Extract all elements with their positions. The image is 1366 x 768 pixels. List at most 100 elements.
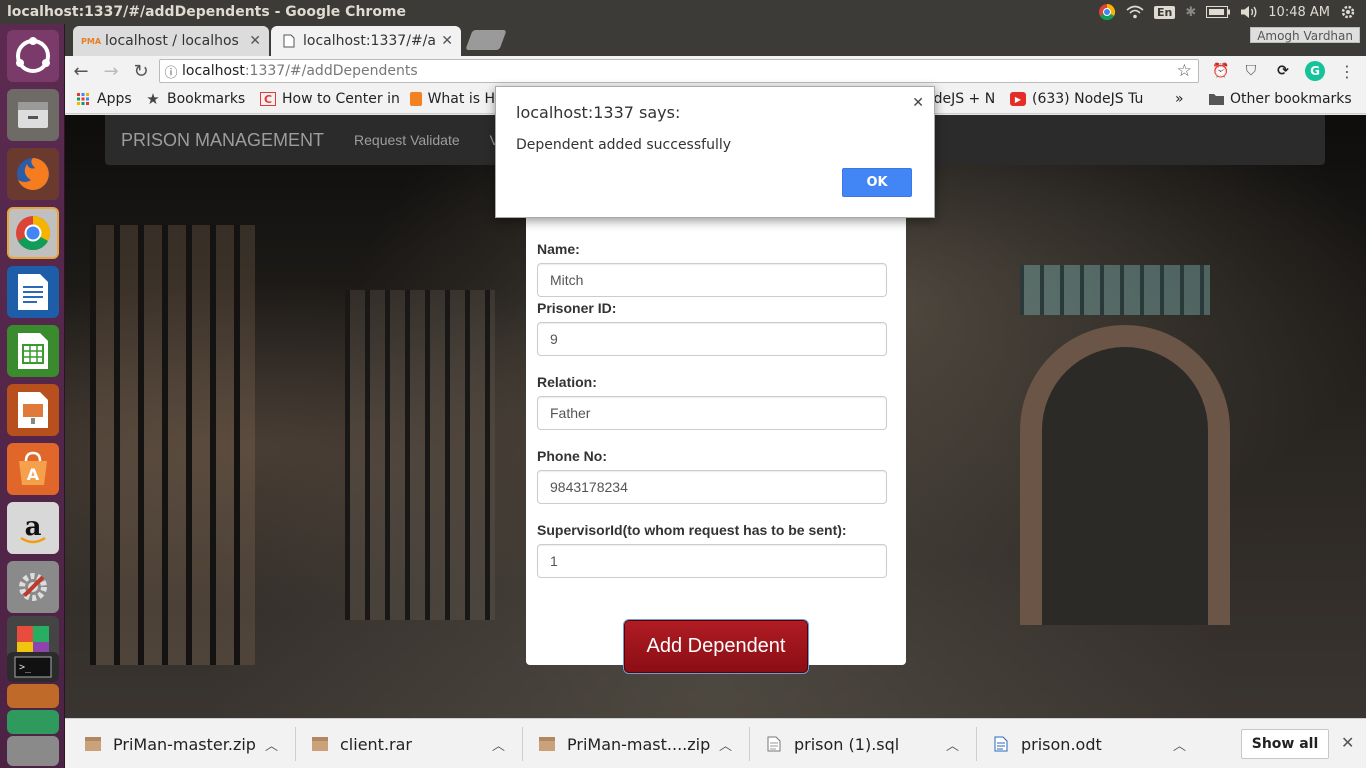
amazon-icon[interactable]: a bbox=[7, 502, 59, 554]
background-cell-bars-left bbox=[90, 225, 255, 665]
files-icon[interactable] bbox=[7, 89, 59, 141]
bookmark-label: Bookmarks bbox=[167, 91, 246, 107]
tab-close-icon[interactable]: ✕ bbox=[441, 33, 453, 49]
chrome-launcher-icon[interactable] bbox=[7, 207, 59, 259]
document-icon bbox=[993, 736, 1009, 752]
terminal-icon[interactable]: >_ bbox=[7, 652, 59, 682]
apps-grid-icon bbox=[75, 92, 91, 106]
bookmark-star-icon[interactable]: ☆ bbox=[1177, 61, 1192, 81]
firefox-icon[interactable] bbox=[7, 148, 59, 200]
archive-icon bbox=[312, 737, 328, 751]
tab-label: localhost / localhos bbox=[105, 33, 239, 49]
power-gear-icon[interactable] bbox=[1340, 4, 1356, 20]
trash-icon[interactable] bbox=[7, 736, 59, 766]
profile-name-badge[interactable]: Amogh Vardhan bbox=[1250, 27, 1360, 43]
bookmark-youtube-nodejs[interactable]: ▶ (633) NodeJS Tu bbox=[1010, 91, 1150, 107]
alert-ok-button[interactable]: OK bbox=[842, 168, 912, 197]
show-all-downloads-button[interactable]: Show all bbox=[1241, 729, 1329, 759]
alarm-clock-extension-icon[interactable]: ⏰ bbox=[1211, 61, 1231, 81]
bookmark-other-bookmarks[interactable]: Other bookmarks bbox=[1208, 91, 1352, 107]
bookmark-label: (633) NodeJS Tu bbox=[1032, 91, 1144, 107]
bookmarks-overflow-chevron-icon[interactable]: » bbox=[1175, 91, 1184, 107]
stacked-app-icon-1[interactable] bbox=[7, 684, 59, 708]
clock[interactable]: 10:48 AM bbox=[1268, 5, 1330, 20]
libreoffice-calc-icon[interactable] bbox=[7, 325, 59, 377]
bluetooth-icon[interactable]: ✱ bbox=[1185, 5, 1196, 20]
chevron-up-icon[interactable]: ︿ bbox=[719, 735, 732, 754]
download-filename: PriMan-master.zip bbox=[113, 734, 256, 754]
software-center-icon[interactable]: A bbox=[7, 443, 59, 495]
ubuntu-dash-icon[interactable] bbox=[7, 30, 59, 82]
shelf-divider bbox=[749, 727, 750, 761]
supervisor-id-label: SupervisorId(to whom request has to be s… bbox=[537, 522, 847, 538]
wifi-icon[interactable] bbox=[1126, 5, 1144, 19]
chevron-up-icon[interactable]: ︿ bbox=[946, 735, 959, 754]
phone-input[interactable]: 9843178234 bbox=[537, 470, 887, 504]
app-brand[interactable]: PRISON MANAGEMENT bbox=[105, 130, 324, 151]
download-filename: client.rar bbox=[340, 734, 412, 754]
new-tab-button[interactable] bbox=[465, 30, 507, 50]
close-icon[interactable]: ✕ bbox=[1341, 733, 1354, 752]
bookmark-apps[interactable]: Apps bbox=[75, 91, 132, 107]
relation-label: Relation: bbox=[537, 374, 597, 390]
back-arrow-icon[interactable]: ← bbox=[67, 57, 95, 85]
system-settings-icon[interactable] bbox=[7, 561, 59, 613]
chrome-tray-icon[interactable] bbox=[1098, 3, 1116, 21]
archive-icon bbox=[539, 737, 555, 751]
text-file-icon bbox=[766, 736, 782, 752]
stacked-app-icon-2[interactable] bbox=[7, 710, 59, 734]
tab-close-icon[interactable]: ✕ bbox=[249, 33, 261, 49]
stack-icon bbox=[410, 92, 422, 106]
forward-arrow-icon[interactable]: → bbox=[97, 57, 125, 85]
alert-message: Dependent added successfully bbox=[516, 137, 732, 153]
bookmark-bookmarks[interactable]: ★ Bookmarks bbox=[145, 91, 245, 107]
browser-toolbar: ← → ↻ ⓘ localhost:1337/#/addDependents ☆… bbox=[65, 56, 1366, 86]
chevron-up-icon[interactable]: ︿ bbox=[265, 735, 278, 754]
shield-extension-icon[interactable]: ⛉ bbox=[1241, 61, 1261, 81]
libreoffice-impress-icon[interactable] bbox=[7, 384, 59, 436]
nav-request-validate[interactable]: Request Validate bbox=[354, 132, 460, 148]
sync-extension-icon[interactable]: ⟳ bbox=[1273, 61, 1293, 81]
close-icon[interactable]: ✕ bbox=[912, 95, 924, 111]
download-item[interactable]: client.rar ︿ bbox=[312, 729, 505, 759]
download-shelf: PriMan-master.zip ︿ client.rar ︿ PriMan-… bbox=[65, 718, 1366, 768]
menu-kebab-icon[interactable]: ⋮ bbox=[1337, 61, 1357, 81]
name-input[interactable]: Mitch bbox=[537, 263, 887, 297]
bookmark-how-to-center[interactable]: C How to Center in bbox=[260, 91, 400, 107]
tab-phpmyadmin[interactable]: PMA localhost / localhos ✕ bbox=[73, 26, 269, 56]
address-bar[interactable]: ⓘ localhost:1337/#/addDependents ☆ bbox=[159, 59, 1199, 83]
reload-icon[interactable]: ↻ bbox=[127, 57, 155, 85]
download-item[interactable]: PriMan-master.zip ︿ bbox=[85, 729, 278, 759]
relation-input[interactable]: Father bbox=[537, 396, 887, 430]
add-dependent-button[interactable]: Add Dependent bbox=[624, 620, 808, 673]
volume-icon[interactable] bbox=[1240, 5, 1258, 19]
bookmark-what-is[interactable]: What is H bbox=[410, 91, 495, 107]
download-item[interactable]: prison (1).sql ︿ bbox=[766, 729, 959, 759]
libreoffice-writer-icon[interactable] bbox=[7, 266, 59, 318]
grammarly-extension-icon[interactable]: G bbox=[1305, 61, 1325, 81]
download-item[interactable]: PriMan-mast....zip ︿ bbox=[539, 729, 732, 759]
shelf-divider bbox=[295, 727, 296, 761]
archive-icon bbox=[85, 737, 101, 751]
svg-text:a: a bbox=[25, 512, 42, 542]
tab-add-dependents[interactable]: localhost:1337/#/a ✕ bbox=[271, 26, 461, 56]
battery-icon[interactable] bbox=[1206, 6, 1231, 18]
bookmark-label: What is H bbox=[427, 91, 495, 107]
download-item[interactable]: prison.odt ︿ bbox=[993, 729, 1186, 759]
shelf-divider bbox=[522, 727, 523, 761]
keyboard-language-indicator[interactable]: En bbox=[1154, 5, 1176, 19]
page-icon bbox=[281, 33, 297, 49]
name-label: Name: bbox=[537, 241, 580, 257]
prisoner-id-input[interactable]: 9 bbox=[537, 322, 887, 356]
system-tray: En ✱ 10:48 AM bbox=[1098, 3, 1366, 21]
shelf-divider bbox=[976, 727, 977, 761]
supervisor-id-input[interactable]: 1 bbox=[537, 544, 887, 578]
tab-label: localhost:1337/#/a bbox=[303, 33, 436, 49]
tab-strip: PMA localhost / localhos ✕ localhost:133… bbox=[65, 24, 1366, 56]
chevron-up-icon[interactable]: ︿ bbox=[492, 735, 505, 754]
background-cell-bars-middle bbox=[345, 290, 495, 620]
chevron-up-icon[interactable]: ︿ bbox=[1173, 735, 1186, 754]
bookmark-nodejs[interactable]: odeJS + N bbox=[925, 91, 1000, 107]
info-icon[interactable]: ⓘ bbox=[160, 62, 182, 81]
system-top-panel: localhost:1337/#/addDependents - Google … bbox=[0, 0, 1366, 24]
